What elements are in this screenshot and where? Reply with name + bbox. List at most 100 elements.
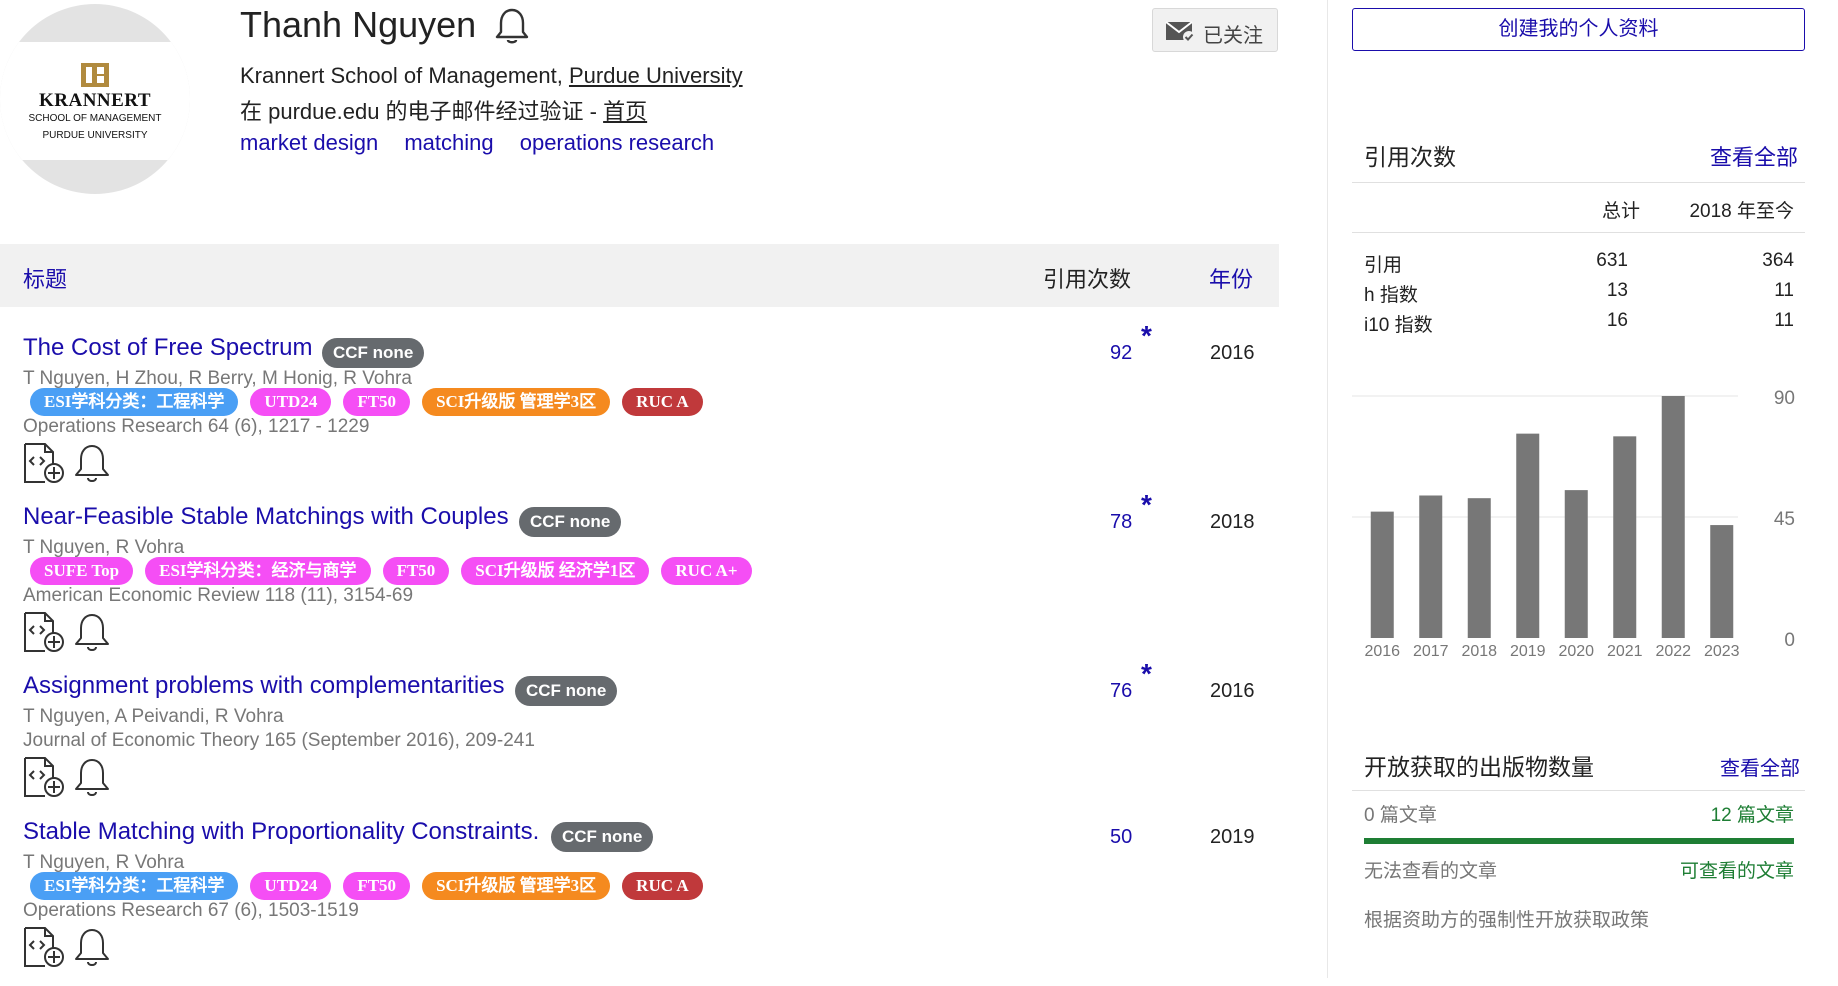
article-actions bbox=[23, 442, 123, 484]
article-year: 2019 bbox=[1210, 826, 1255, 848]
cited-by-count-link[interactable]: 50 bbox=[1110, 826, 1132, 849]
add-to-library-icon[interactable] bbox=[23, 442, 67, 484]
cited-by-heading: 引用次数 bbox=[1364, 144, 1456, 170]
article-title-link[interactable]: Stable Matching with Proportionality Con… bbox=[23, 818, 539, 846]
follow-button-label: 已关注 bbox=[1203, 25, 1263, 47]
article-row: Near-Feasible Stable Matchings with Coup… bbox=[0, 489, 1279, 671]
article-venue: American Economic Review 118 (11), 3154-… bbox=[23, 585, 414, 606]
divider bbox=[1352, 182, 1805, 183]
ranking-tag: UTD24 bbox=[250, 388, 332, 416]
ranking-tag: RUC A bbox=[622, 872, 703, 900]
article-authors: T Nguyen, H Zhou, R Berry, M Honig, R Vo… bbox=[23, 368, 412, 389]
stat-since: 11 bbox=[1774, 310, 1794, 331]
add-to-library-icon[interactable] bbox=[23, 611, 67, 653]
stat-label: h 指数 bbox=[1364, 285, 1418, 306]
mail-check-icon bbox=[1165, 21, 1195, 43]
sort-by-year[interactable]: 年份 bbox=[1209, 262, 1253, 294]
merged-citation-star: * bbox=[1141, 320, 1152, 351]
available-articles-count[interactable]: 12 篇文章 bbox=[1585, 800, 1794, 827]
ranking-tag: ESI学科分类：工程科学 bbox=[30, 388, 239, 416]
article-title-link[interactable]: Near-Feasible Stable Matchings with Coup… bbox=[23, 503, 509, 531]
open-access-heading: 开放获取的出版物数量 bbox=[1364, 754, 1594, 780]
add-to-library-icon[interactable] bbox=[23, 926, 67, 968]
citation-bar bbox=[1613, 436, 1637, 638]
col-since-header: 2018 年至今 bbox=[1689, 201, 1794, 222]
available-label: 可查看的文章 bbox=[1679, 861, 1794, 882]
unavailable-articles-count[interactable]: 0 篇文章 bbox=[1364, 800, 1437, 827]
y-tick-label: 0 bbox=[1784, 630, 1795, 651]
y-tick-label: 45 bbox=[1774, 509, 1795, 530]
article-venue: Journal of Economic Theory 165 (Septembe… bbox=[23, 730, 535, 751]
cited-by-view-all-link[interactable]: 查看全部 bbox=[1710, 140, 1798, 172]
ranking-tag: ESI学科分类：经济与商学 bbox=[145, 557, 371, 585]
sort-by-title[interactable]: 标题 bbox=[23, 262, 67, 294]
x-tick-label: 2018 bbox=[1461, 643, 1497, 660]
logo-subtitle: SCHOOL OF MANAGEMENT bbox=[28, 113, 162, 124]
stat-label: 引用 bbox=[1364, 255, 1403, 276]
citation-alert-bell-icon[interactable] bbox=[73, 442, 111, 484]
verified-text: 在 purdue.edu 的电子邮件经过验证 - bbox=[240, 99, 604, 124]
article-actions bbox=[23, 756, 123, 798]
citations-per-year-chart: 90 45 0 2016 2017 2018 2019 2020 2021 2022 2023 bbox=[1352, 388, 1795, 660]
add-to-library-icon[interactable] bbox=[23, 756, 67, 798]
research-interests: market design matching operations resear… bbox=[240, 130, 734, 156]
sidebar-divider bbox=[1327, 0, 1328, 978]
citation-bar bbox=[1516, 433, 1540, 638]
ranking-tag: ESI学科分类：工程科学 bbox=[30, 872, 239, 900]
x-tick-label: 2016 bbox=[1364, 643, 1400, 660]
homepage-link[interactable]: 首页 bbox=[603, 99, 647, 124]
article-authors: T Nguyen, R Vohra bbox=[23, 537, 185, 558]
interest-link[interactable]: operations research bbox=[520, 130, 714, 155]
article-venue: Operations Research 67 (6), 1503-1519 bbox=[23, 900, 359, 921]
article-row: Stable Matching with Proportionality Con… bbox=[0, 818, 1279, 986]
article-actions bbox=[23, 926, 123, 968]
ranking-tag: FT50 bbox=[343, 388, 411, 416]
logo-wordmark: KRANNERT bbox=[38, 90, 152, 111]
x-tick-label: 2023 bbox=[1704, 643, 1740, 660]
follow-bell-icon[interactable] bbox=[494, 6, 530, 46]
article-title-link[interactable]: The Cost of Free Spectrum bbox=[23, 334, 312, 362]
ranking-tags: ESI学科分类：工程科学 UTD24 FT50 SCI升级版 管理学3区 RUC A bbox=[30, 388, 715, 416]
profile-name: Thanh Nguyen bbox=[240, 4, 477, 45]
merged-citation-star: * bbox=[1141, 489, 1152, 520]
citation-bar bbox=[1661, 396, 1685, 638]
follow-button[interactable]: 已关注 bbox=[1152, 8, 1278, 52]
citation-alert-bell-icon[interactable] bbox=[73, 926, 111, 968]
cited-by-count-link[interactable]: 78 bbox=[1110, 511, 1132, 534]
interest-link[interactable]: market design bbox=[240, 130, 378, 155]
open-access-mandate-note: 根据资助方的强制性开放获取政策 bbox=[1364, 910, 1650, 931]
citation-alert-bell-icon[interactable] bbox=[73, 611, 111, 653]
interest-link[interactable]: matching bbox=[404, 130, 493, 155]
citation-bar bbox=[1419, 495, 1443, 638]
article-row: The Cost of Free Spectrum CCF none T Nguye… bbox=[0, 320, 1279, 502]
ranking-tags: ESI学科分类：工程科学 UTD24 FT50 SCI升级版 管理学3区 RUC A bbox=[30, 872, 715, 900]
citation-alert-bell-icon[interactable] bbox=[73, 756, 111, 798]
ranking-tag: FT50 bbox=[382, 557, 450, 585]
open-access-progress-bar bbox=[1364, 838, 1794, 844]
article-year: 2016 bbox=[1210, 342, 1255, 364]
profile-avatar: KRANNERT SCHOOL OF MANAGEMENT PURDUE UNI… bbox=[0, 4, 190, 194]
article-authors: T Nguyen, R Vohra bbox=[23, 852, 185, 873]
ranking-tag: FT50 bbox=[343, 872, 411, 900]
open-access-view-all-link[interactable]: 查看全部 bbox=[1720, 752, 1800, 781]
x-tick-label: 2021 bbox=[1607, 643, 1643, 660]
x-tick-label: 2022 bbox=[1655, 643, 1691, 660]
stat-label: i10 指数 bbox=[1364, 315, 1433, 336]
ranking-tag: UTD24 bbox=[250, 872, 332, 900]
ranking-tag: SCI升级版 管理学3区 bbox=[422, 872, 611, 900]
unavailable-label: 无法查看的文章 bbox=[1364, 861, 1498, 882]
cited-by-count-link[interactable]: 92 bbox=[1110, 342, 1132, 365]
affiliation-text: Krannert School of Management, bbox=[240, 63, 569, 88]
x-tick-label: 2017 bbox=[1413, 643, 1449, 660]
ranking-tag: SCI升级版 管理学3区 bbox=[422, 388, 611, 416]
create-profile-button[interactable]: 创建我的个人资料 bbox=[1352, 8, 1805, 51]
article-title-link[interactable]: Assignment problems with complementariti… bbox=[23, 672, 505, 700]
ccf-badge: CCF none bbox=[551, 822, 654, 852]
stat-since: 11 bbox=[1774, 280, 1794, 301]
article-venue: Operations Research 64 (6), 1217 - 1229 bbox=[23, 416, 370, 437]
cited-by-count-link[interactable]: 76 bbox=[1110, 680, 1132, 703]
articles-table-header: 标题 引用次数 年份 bbox=[0, 244, 1279, 307]
citation-bar bbox=[1467, 498, 1491, 638]
article-authors: T Nguyen, A Peivandi, R Vohra bbox=[23, 706, 284, 727]
university-link[interactable]: Purdue University bbox=[569, 63, 743, 88]
